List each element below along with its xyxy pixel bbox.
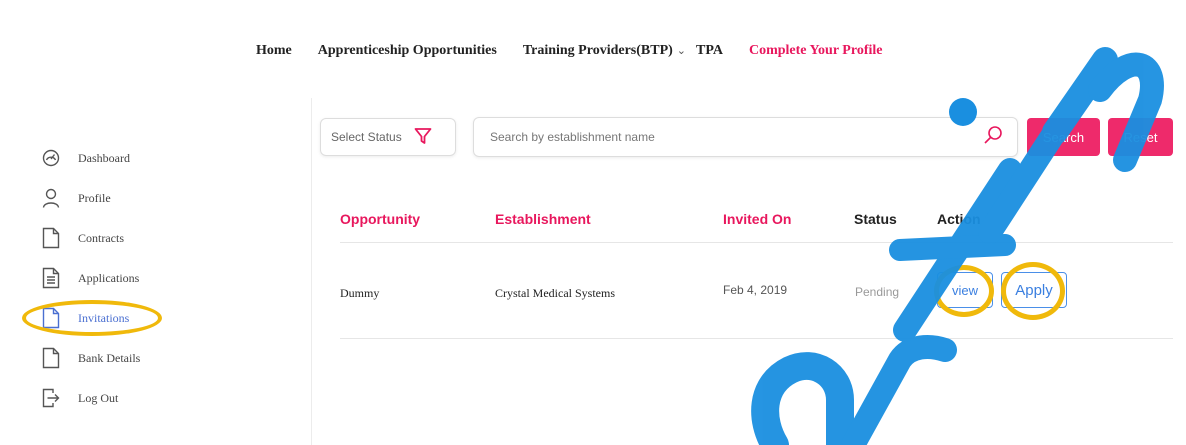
document-icon (40, 346, 62, 370)
nav-apprenticeship-opportunities[interactable]: Apprenticeship Opportunities (318, 43, 497, 59)
cell-establishment: Crystal Medical Systems (495, 286, 615, 300)
sidebar-item-bank-details[interactable]: Bank Details (40, 338, 240, 378)
logout-icon (40, 386, 62, 410)
cell-invited-on: Feb 4, 2019 (723, 283, 788, 297)
sidebar-item-label: Bank Details (78, 350, 141, 365)
nav-training-providers[interactable]: Training Providers(BTP) ⌄ (523, 43, 686, 59)
nav-tpa[interactable]: TPA (696, 43, 723, 59)
document-icon (40, 226, 62, 250)
document-lines-icon (40, 266, 62, 290)
top-nav: Home Apprenticeship Opportunities Traini… (256, 43, 908, 59)
sidebar-item-contracts[interactable]: Contracts (40, 218, 240, 258)
filter-funnel-icon (414, 127, 432, 148)
sidebar-item-invitations[interactable]: Invitations (22, 298, 240, 338)
table-row-divider (340, 338, 1173, 339)
nav-training-providers-label: Training Providers(BTP) (522, 43, 673, 58)
search-input[interactable] (488, 129, 983, 145)
user-icon (40, 186, 62, 210)
table-header-divider (340, 242, 1173, 243)
search-button[interactable]: Search (1027, 118, 1100, 156)
search-field[interactable] (473, 117, 1018, 157)
search-icon[interactable] (983, 125, 1003, 150)
sidebar-item-label: Profile (78, 190, 111, 205)
sidebar-item-label: Log Out (78, 390, 119, 405)
sidebar-item-label: Contracts (78, 230, 124, 245)
status-filter-select[interactable]: Select Status (320, 118, 456, 156)
column-header-establishment[interactable]: Establishment (495, 211, 591, 227)
dashboard-gauge-icon (40, 146, 62, 170)
apply-button[interactable]: Apply (1001, 272, 1067, 308)
nav-complete-profile[interactable]: Complete Your Profile (749, 43, 883, 59)
sidebar: Dashboard Profile Contracts Applications… (22, 138, 240, 418)
sidebar-item-logout[interactable]: Log Out (40, 378, 240, 418)
column-header-invited-on[interactable]: Invited On (723, 211, 791, 227)
column-header-action: Action (937, 211, 981, 227)
status-badge: Pending (855, 285, 900, 299)
cell-opportunity: Dummy (340, 286, 380, 300)
status-filter-label: Select Status (331, 130, 402, 144)
view-button[interactable]: view (937, 272, 993, 308)
column-header-opportunity[interactable]: Opportunity (340, 211, 420, 227)
sidebar-item-dashboard[interactable]: Dashboard (40, 138, 240, 178)
content-divider (311, 98, 312, 445)
column-header-status[interactable]: Status (854, 211, 897, 227)
document-icon (40, 306, 62, 330)
sidebar-item-applications[interactable]: Applications (40, 258, 240, 298)
chevron-down-icon: ⌄ (676, 45, 687, 57)
sidebar-item-label: Applications (78, 270, 140, 285)
nav-home[interactable]: Home (256, 43, 292, 59)
sidebar-item-label: Dashboard (78, 150, 130, 165)
sidebar-item-label: Invitations (78, 310, 130, 325)
reset-button[interactable]: Reset (1108, 118, 1173, 156)
sidebar-item-profile[interactable]: Profile (40, 178, 240, 218)
